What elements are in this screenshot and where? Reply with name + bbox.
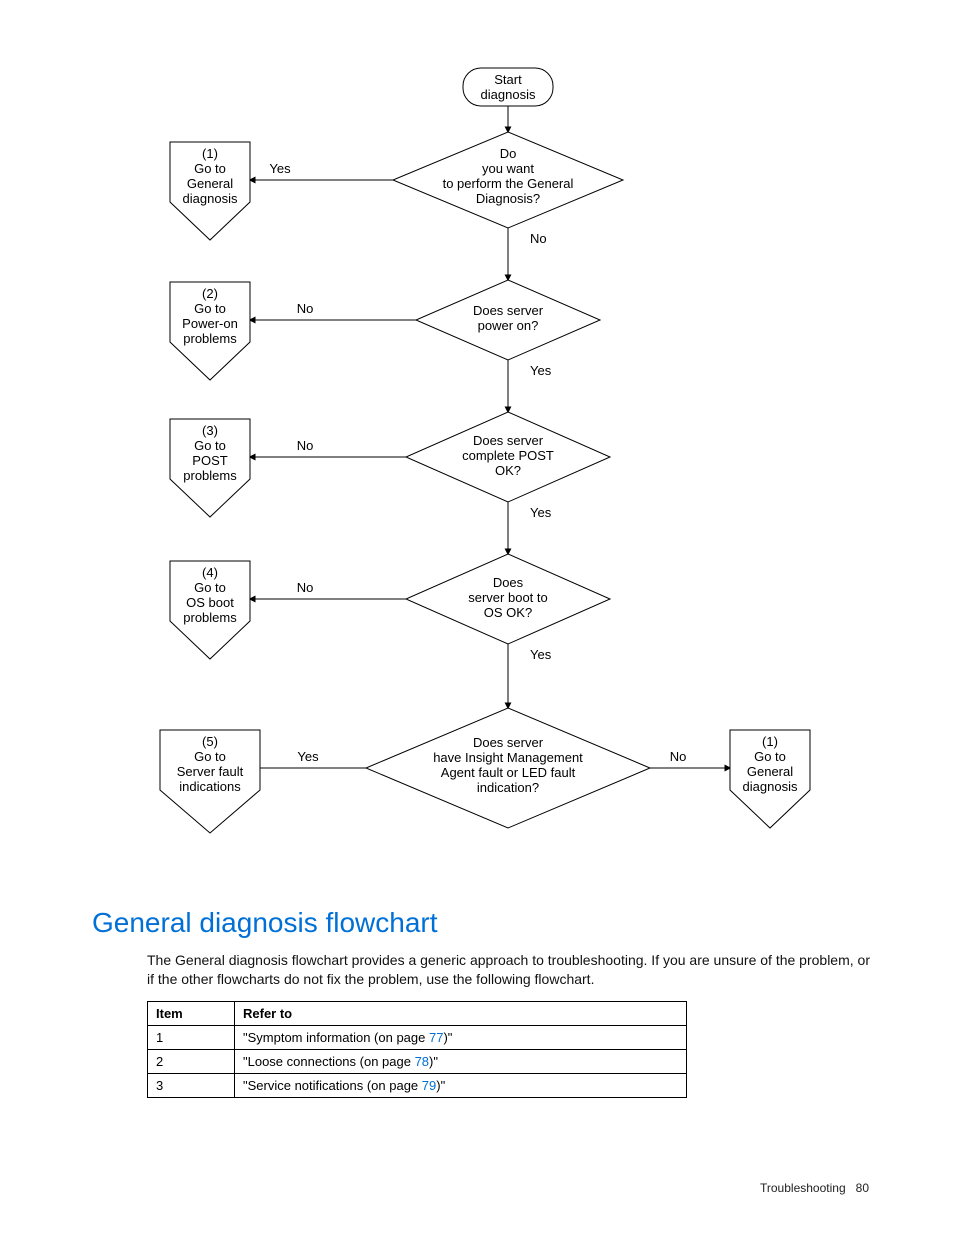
p2-l2: Power-on <box>182 316 238 331</box>
p3-l1: Go to <box>194 438 226 453</box>
p3-l3: problems <box>183 468 237 483</box>
col-item: Item <box>148 1002 235 1026</box>
d1-l4: Diagnosis? <box>476 191 540 206</box>
p1-n: (1) <box>202 146 218 161</box>
d2-no: No <box>297 301 314 316</box>
p4-n: (4) <box>202 565 218 580</box>
d5-l3: Agent fault or LED fault <box>441 765 576 780</box>
p1-l1: Go to <box>194 161 226 176</box>
page-link-78[interactable]: 78 <box>415 1054 429 1069</box>
col-refer: Refer to <box>235 1002 687 1026</box>
page-footer: Troubleshooting 80 <box>760 1181 869 1195</box>
page-link-77[interactable]: 77 <box>429 1030 443 1045</box>
footer-section: Troubleshooting <box>760 1181 846 1195</box>
d3-no: No <box>297 438 314 453</box>
d1-l2: you want <box>482 161 534 176</box>
d4-no: No <box>297 580 314 595</box>
page-link-79[interactable]: 79 <box>422 1078 436 1093</box>
d3-l2: complete POST <box>462 448 554 463</box>
d5-no: No <box>670 749 687 764</box>
p5-n: (5) <box>202 734 218 749</box>
p2-l3: problems <box>183 331 237 346</box>
p1-l3: diagnosis <box>183 191 238 206</box>
d1-yes: Yes <box>269 161 291 176</box>
d1-l1: Do <box>500 146 517 161</box>
d1-l3: to perform the General <box>443 176 574 191</box>
d2-l1: Does server <box>473 303 544 318</box>
table-row: 2 "Loose connections (on page 78)" <box>148 1050 687 1074</box>
p2-n: (2) <box>202 286 218 301</box>
table-row: 1 "Symptom information (on page 77)" <box>148 1026 687 1050</box>
d3-l3: OK? <box>495 463 521 478</box>
p1b-l2: General <box>747 764 793 779</box>
p1b-l3: diagnosis <box>743 779 798 794</box>
start-diagnosis-flowchart: Start diagnosis Do you want to perform t… <box>60 40 910 910</box>
table-header-row: Item Refer to <box>148 1002 687 1026</box>
d1-no: No <box>530 231 547 246</box>
footer-page: 80 <box>856 1181 869 1195</box>
p5-l2: Server fault <box>177 764 244 779</box>
section-heading: General diagnosis flowchart <box>92 907 438 939</box>
p5-l1: Go to <box>194 749 226 764</box>
d5-l1: Does server <box>473 735 544 750</box>
p3-l2: POST <box>192 453 227 468</box>
p5-l3: indications <box>179 779 241 794</box>
p3-n: (3) <box>202 423 218 438</box>
p1-l2: General <box>187 176 233 191</box>
d5-l2: have Insight Management <box>433 750 583 765</box>
p4-l3: problems <box>183 610 237 625</box>
d5-l4: indication? <box>477 780 539 795</box>
start-line2: diagnosis <box>481 87 536 102</box>
d4-l2: server boot to <box>468 590 548 605</box>
d2-yes: Yes <box>530 363 552 378</box>
d3-yes: Yes <box>530 505 552 520</box>
p2-l1: Go to <box>194 301 226 316</box>
reference-table: Item Refer to 1 "Symptom information (on… <box>147 1001 687 1098</box>
d2-l2: power on? <box>478 318 539 333</box>
start-line1: Start <box>494 72 522 87</box>
d4-l1: Does <box>493 575 524 590</box>
p4-l2: OS boot <box>186 595 234 610</box>
p1b-n: (1) <box>762 734 778 749</box>
d4-yes: Yes <box>530 647 552 662</box>
intro-paragraph: The General diagnosis flowchart provides… <box>147 951 877 989</box>
d4-l3: OS OK? <box>484 605 532 620</box>
d3-l1: Does server <box>473 433 544 448</box>
table-row: 3 "Service notifications (on page 79)" <box>148 1074 687 1098</box>
p4-l1: Go to <box>194 580 226 595</box>
p1b-l1: Go to <box>754 749 786 764</box>
d5-yes: Yes <box>297 749 319 764</box>
